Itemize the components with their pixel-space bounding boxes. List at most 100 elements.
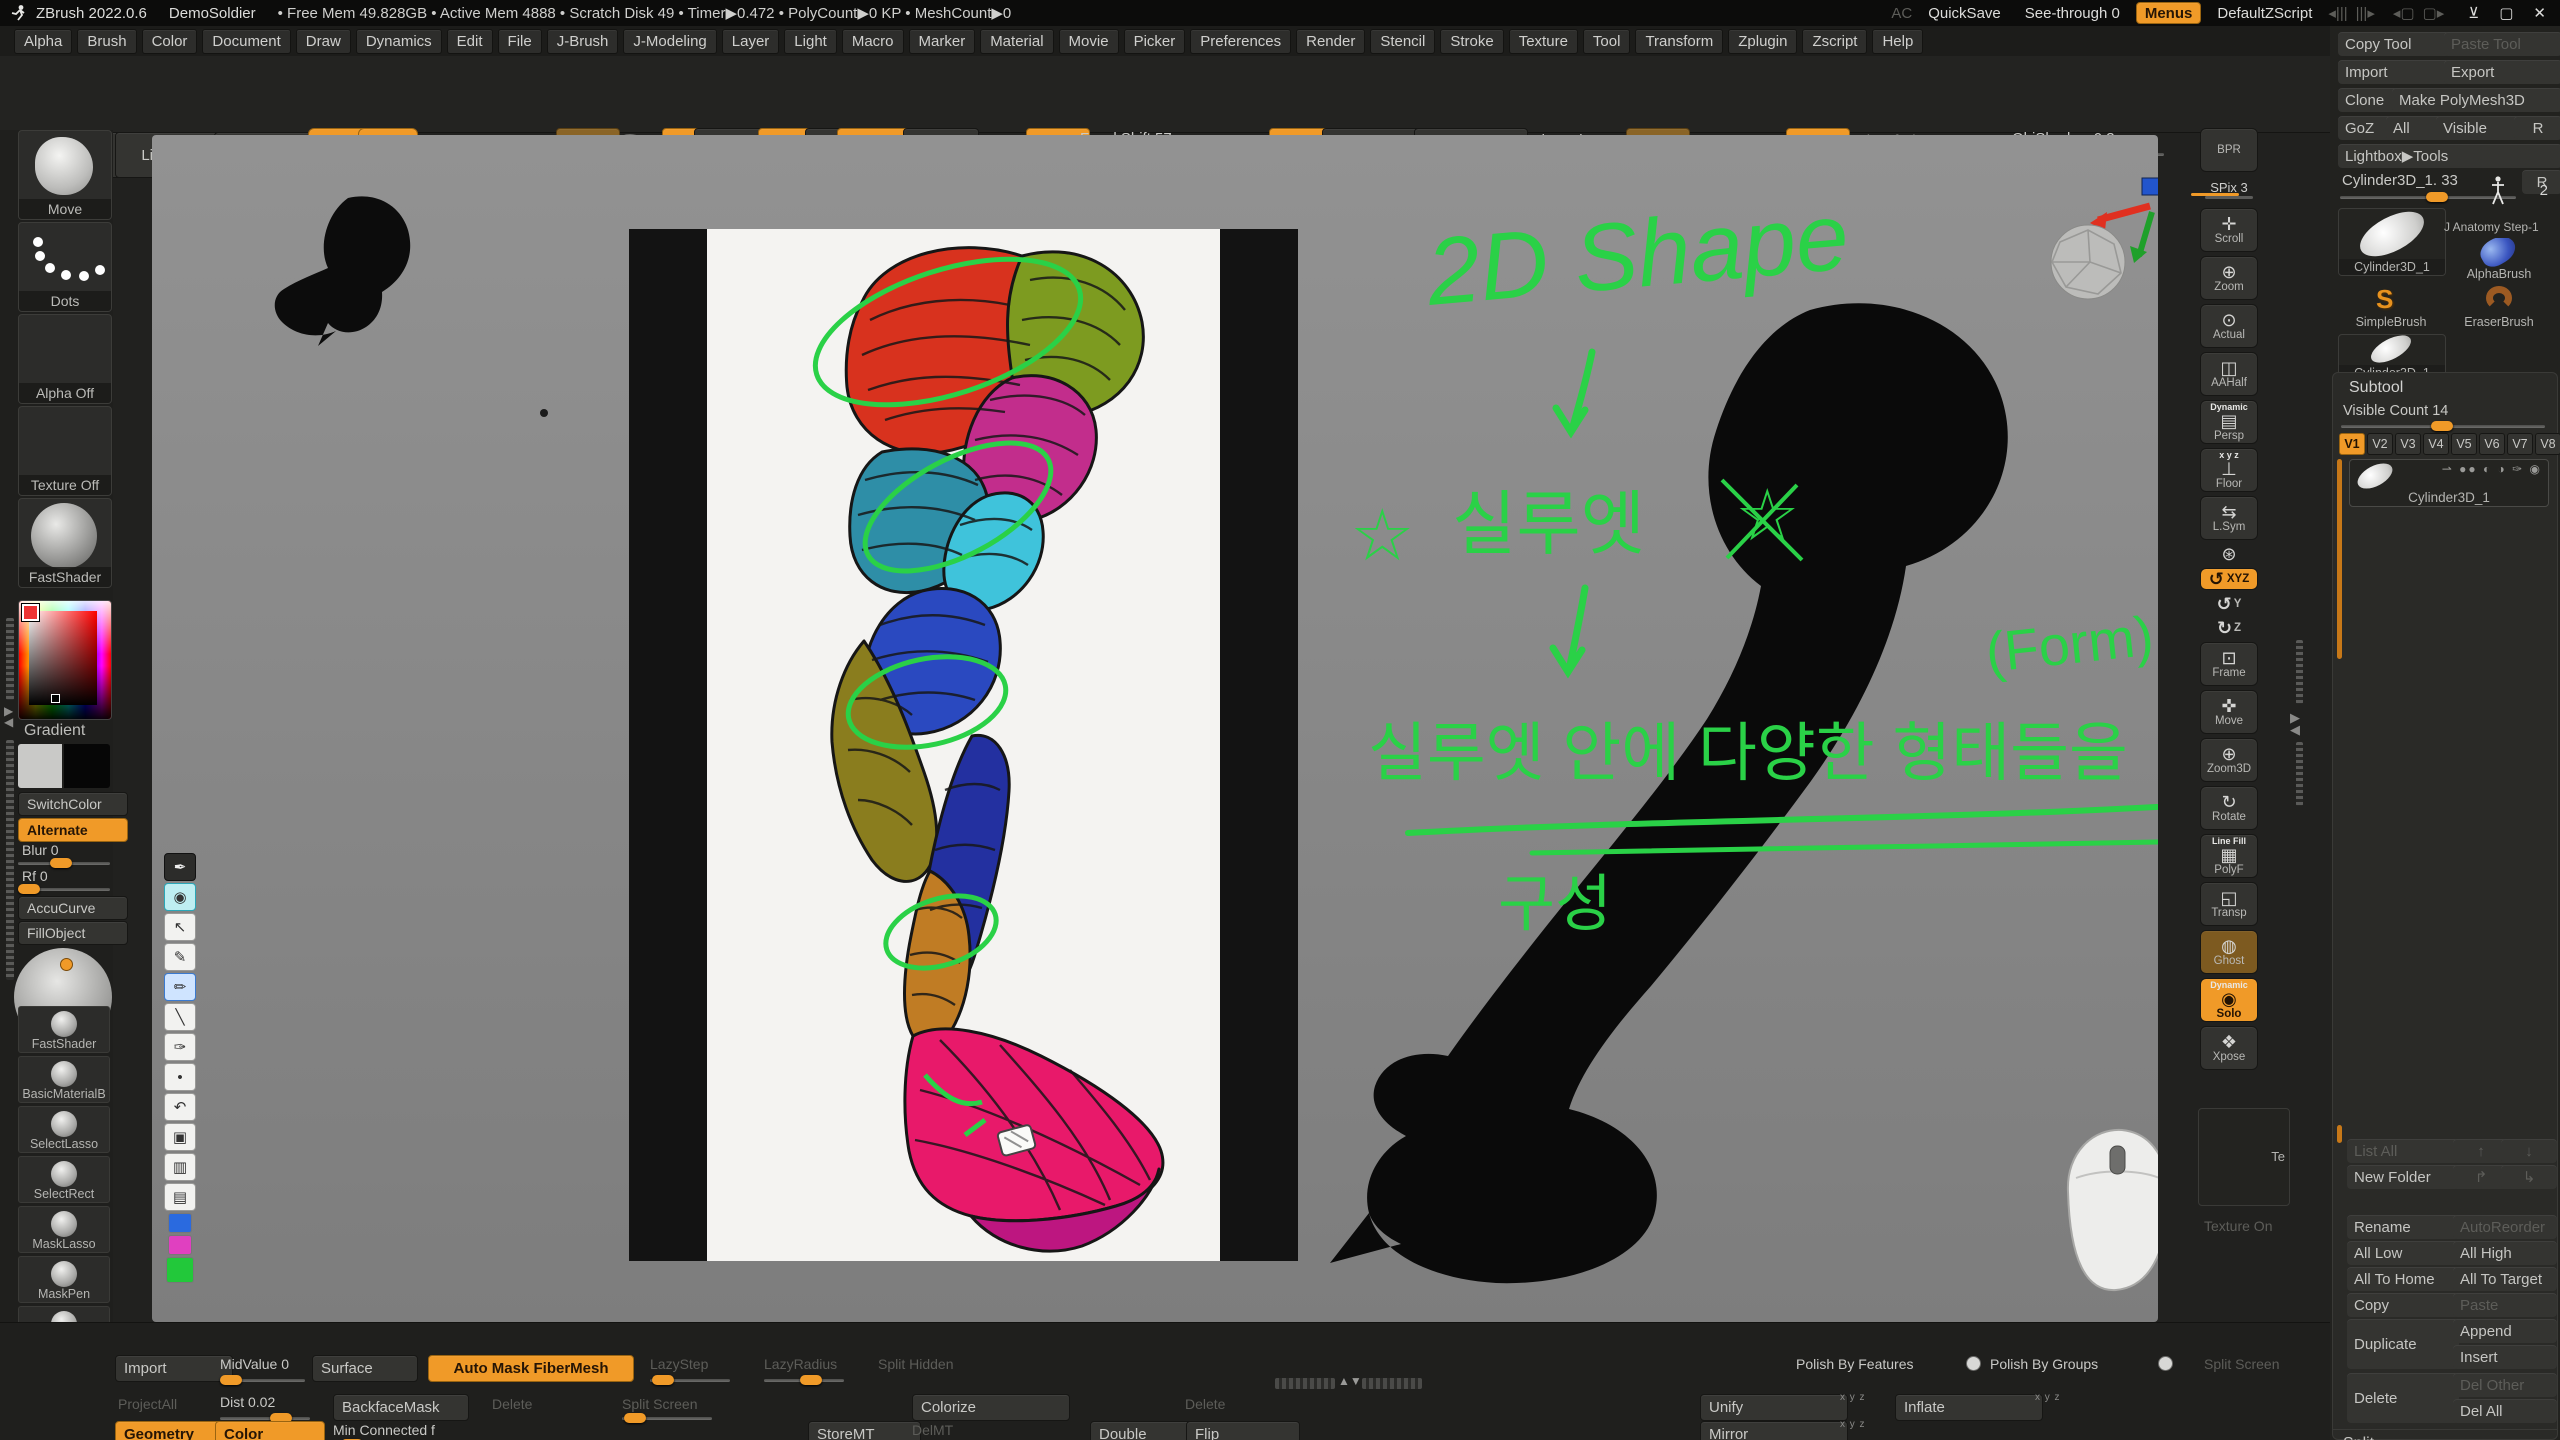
alternate-button[interactable]: Alternate [18,818,128,842]
mirror-xyz-toggle[interactable]: x y z [1840,1419,1866,1430]
polish-features-mode-dot[interactable] [1966,1356,1981,1371]
secondary-color-swatch[interactable] [64,744,110,788]
palette-quick-item[interactable]: MaskLasso [18,1206,110,1253]
move-down-icon[interactable]: ↓ [2501,1139,2557,1163]
subtool-tab[interactable]: V6 [2479,433,2505,455]
subtool-tab[interactable]: V3 [2395,433,2421,455]
subtool-item[interactable]: ⇀ ●● ◐ ◑ ✑ ◉ Cylinder3D_1 [2349,459,2549,507]
list-all-button[interactable]: List All [2347,1139,2459,1163]
tray-button[interactable]: ↻ Z [2200,618,2258,638]
menu-item[interactable]: Dynamics [356,29,442,54]
paste-subtool-button[interactable]: Paste [2453,1293,2557,1317]
cursor-tool-icon[interactable]: ↖ [164,913,196,941]
projectall-button[interactable]: ProjectAll [118,1396,177,1412]
menu-item[interactable]: Movie [1059,29,1119,54]
visibility-eye-icon[interactable]: ◉ [164,883,196,911]
tray-button[interactable]: x y z ⊥ Floor [2200,448,2258,492]
lazystep-slider-label[interactable]: LazyStep [650,1356,708,1372]
midvalue-slider-label[interactable]: MidValue 0 [220,1356,289,1372]
menu-item[interactable]: Macro [842,29,904,54]
tray-button[interactable]: ◫ AAHalf [2200,352,2258,396]
tool-slot-anatomy[interactable]: 2 J Anatomy Step-1 [2450,176,2548,234]
autoreorder-button[interactable]: AutoReorder [2453,1215,2557,1239]
tool-slot-current[interactable]: Cylinder3D_1 [2338,208,2446,276]
tool-slot-simplebrush[interactable]: S SimpleBrush [2338,286,2444,330]
tray-toggle-right-icon[interactable]: |||▸ [2356,4,2375,22]
right-tray-scrollbar[interactable] [2296,640,2303,704]
subtool-header[interactable]: Subtool [2349,379,2403,397]
menu-item[interactable]: J-Brush [547,29,619,54]
right-tray-collapse-arrows[interactable]: ▶◀ [2290,712,2300,736]
pen-app-logo-icon[interactable]: ✒ [164,853,196,881]
menu-item[interactable]: Help [1872,29,1923,54]
tray-button[interactable]: ✛ Scroll [2200,208,2258,252]
right-tray-scrollbar-2[interactable] [2296,742,2303,806]
color-button[interactable]: Color [215,1421,325,1440]
marker-tool-icon[interactable]: ✑ [164,1033,196,1061]
menu-item[interactable]: J-Modeling [623,29,716,54]
menus-button[interactable]: Menus [2136,2,2202,24]
surface-button[interactable]: Surface [312,1355,418,1382]
subtool-tab[interactable]: V1 [2339,433,2365,455]
menu-item[interactable]: Material [980,29,1053,54]
delmt-button[interactable]: DelMT [912,1422,953,1438]
storemt-button[interactable]: StoreMT [808,1421,921,1440]
current-alpha-thumbnail[interactable]: Alpha Off [18,314,112,404]
menu-item[interactable]: Texture [1509,29,1578,54]
delete-subtool-button[interactable]: Delete [2347,1373,2459,1423]
clear-trash-icon[interactable]: ▣ [164,1123,196,1151]
append-button[interactable]: Append [2453,1319,2557,1343]
copy-subtool-button[interactable]: Copy [2347,1293,2459,1317]
subtool-panel-scrollbar[interactable] [2337,1125,2342,1143]
polish-by-groups-slider-label[interactable]: Polish By Groups [1990,1356,2098,1372]
pen-select-tool-icon[interactable]: ✎ [164,943,196,971]
bottom-scroll-arrows[interactable]: ▲▼ [1338,1374,1362,1388]
current-texture-thumbnail[interactable]: Texture Off [18,406,112,496]
tray-button[interactable]: ⊕ Zoom [2200,256,2258,300]
color-swatch-blue[interactable] [168,1213,192,1233]
dist-slider-label[interactable]: Dist 0.02 [220,1394,275,1410]
tool-slot-eraserbrush[interactable]: EraserBrush [2450,286,2548,330]
tray-button[interactable]: ⊙ Actual [2200,304,2258,348]
split-screen-button-b[interactable]: Split Screen [622,1396,697,1412]
tray-button[interactable]: Dynamic ▤ Persp [2200,400,2258,444]
import-tool-button[interactable]: Import [2338,60,2450,84]
insert-button[interactable]: Insert [2453,1345,2557,1369]
tray-button[interactable]: ⊡ Frame [2200,642,2258,686]
tray-button[interactable]: ⊛ [2200,544,2258,564]
min-connected-slider-label[interactable]: Min Connected f [333,1422,435,1438]
palette-quick-item[interactable]: BasicMaterialB [18,1056,110,1103]
color-swatch-magenta[interactable] [168,1235,192,1255]
active-tool-slider-label[interactable]: Cylinder3D_1. 33 [2342,172,2458,189]
undo-icon[interactable]: ↶ [164,1093,196,1121]
all-to-home-button[interactable]: All To Home [2347,1267,2459,1291]
double-button[interactable]: Double [1090,1421,1200,1440]
default-zscript-button[interactable]: DefaultZScript [2217,5,2312,22]
bottom-scroll-right[interactable] [1362,1378,1422,1389]
quicksave-button[interactable]: QuickSave [1928,5,2001,22]
see-through-slider[interactable]: See-through 0 [2025,5,2120,22]
tool-slot-alphabrush[interactable]: AlphaBrush [2450,238,2548,282]
pencil-tool-icon[interactable]: ✏ [164,973,196,1001]
popout-right-icon[interactable]: ▢▸ [2423,4,2445,22]
whiteboard-icon[interactable]: ▤ [164,1183,196,1211]
lightbox-tools-button[interactable]: Lightbox▶Tools [2338,144,2560,168]
tray-button[interactable]: SPix 3 [2200,176,2258,204]
fillobject-button[interactable]: FillObject [18,921,128,945]
tray-button[interactable]: ◍ Ghost [2200,930,2258,974]
blur-slider[interactable] [18,862,110,865]
move-out-folder-icon[interactable]: ↳ [2501,1165,2557,1189]
split-section-header[interactable]: Split [2333,1429,2557,1440]
all-high-button[interactable]: All High [2453,1241,2557,1265]
menu-item[interactable]: Alpha [14,29,72,54]
del-all-button[interactable]: Del All [2453,1399,2557,1423]
menu-item[interactable]: Document [202,29,290,54]
polish-by-features-slider-label[interactable]: Polish By Features [1796,1356,1914,1372]
goz-visible-button[interactable]: Visible [2436,116,2522,140]
tray-button[interactable]: ↻ Rotate [2200,786,2258,830]
clone-button[interactable]: Clone [2338,88,2400,112]
del-other-button[interactable]: Del Other [2453,1373,2557,1397]
tray-button[interactable]: ↺ Y [2200,594,2258,614]
lazyradius-slider[interactable] [764,1379,844,1382]
tray-button[interactable]: ⊕ Zoom3D [2200,738,2258,782]
